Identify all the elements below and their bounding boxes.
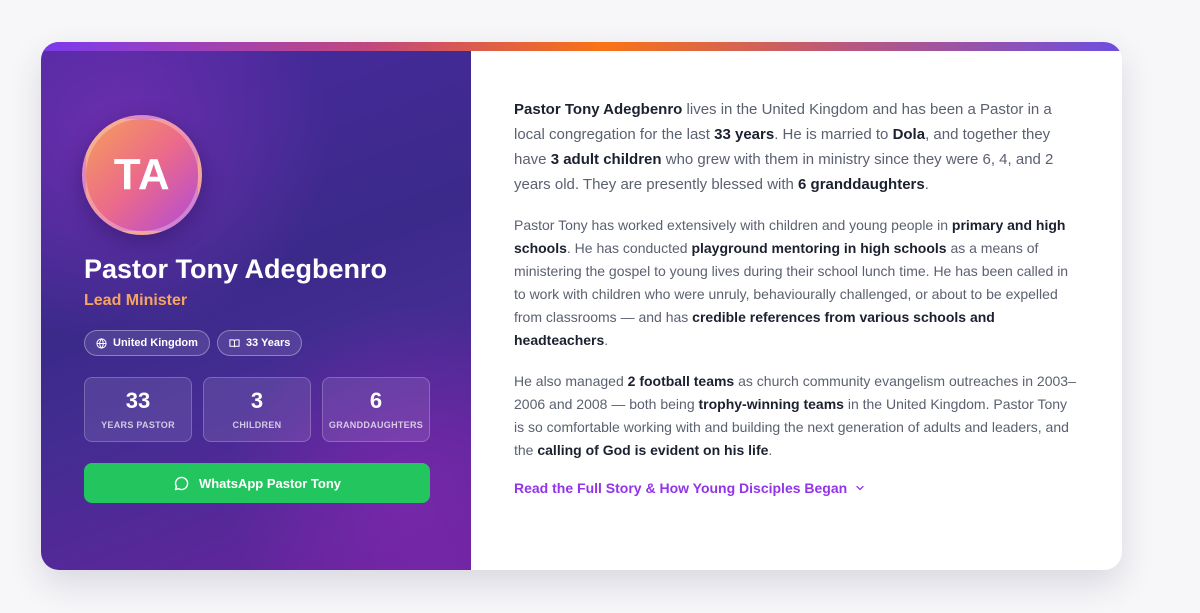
bio-panel: Pastor Tony Adegbenro lives in the Unite…: [471, 42, 1122, 570]
read-more-link[interactable]: Read the Full Story & How Young Disciple…: [514, 480, 866, 496]
bio-paragraph-3: He also managed 2 football teams as chur…: [514, 373, 1076, 458]
stat-years-pastor: 33 YEARS PASTOR: [84, 377, 192, 442]
info-chips: United Kingdom 33 Years: [84, 330, 303, 356]
location-chip-label: United Kingdom: [113, 337, 198, 349]
whatsapp-button-label: WhatsApp Pastor Tony: [198, 475, 342, 491]
stat-children: 3 CHILDREN: [203, 377, 311, 442]
book-icon: [229, 338, 240, 347]
stat-value: 6: [369, 388, 383, 413]
bio-highlight: 6 granddaughters: [798, 176, 925, 193]
stat-granddaughters: 6 GRANDDAUGHTERS: [322, 377, 430, 442]
bio-paragraph-1: Pastor Tony Adegbenro lives in the Unite…: [514, 101, 1054, 193]
years-chip-label: 33 Years: [245, 337, 291, 349]
gradient-top-bar: [41, 42, 1122, 51]
whatsapp-icon: [174, 476, 189, 490]
profile-panel: TA Pastor Tony Adegbenro Lead Minister U…: [41, 42, 471, 570]
stat-label: GRANDDAUGHTERS: [328, 420, 424, 430]
bio-highlight: calling of God is evident on his life: [537, 442, 769, 458]
avatar: TA: [82, 115, 202, 235]
bio-highlight: 33 years: [714, 126, 775, 143]
profile-card: TA Pastor Tony Adegbenro Lead Minister U…: [41, 42, 1122, 570]
stats-row: 33 YEARS PASTOR 3 CHILDREN 6 GRANDDAUGHT…: [84, 377, 430, 442]
bio-paragraph-2: Pastor Tony has worked extensively with …: [514, 217, 1069, 348]
stat-value: 3: [250, 388, 264, 413]
bio-highlight: Dola: [892, 126, 926, 143]
chevron-down-icon: [856, 485, 864, 491]
bio-highlight: 2 football teams: [627, 373, 735, 389]
globe-icon: [96, 337, 107, 349]
stat-value: 33: [125, 388, 151, 413]
stat-label: CHILDREN: [232, 420, 282, 430]
read-more-label: Read the Full Story & How Young Disciple…: [514, 480, 848, 496]
profile-role: Lead Minister: [84, 292, 188, 309]
bio-highlight: Pastor Tony Adegbenro: [514, 101, 683, 118]
bio-highlight: credible references from various schools…: [514, 309, 995, 348]
bio-highlight: playground mentoring in high schools: [691, 240, 947, 256]
bio-highlight: 3 adult children: [550, 151, 662, 168]
profile-name: Pastor Tony Adegbenro: [84, 254, 388, 284]
years-chip: 33 Years: [216, 330, 303, 356]
stat-label: YEARS PASTOR: [101, 420, 175, 430]
avatar-initials: TA: [113, 150, 171, 199]
whatsapp-button[interactable]: WhatsApp Pastor Tony: [84, 463, 430, 503]
bio-highlight: trophy-winning teams: [698, 396, 844, 412]
location-chip: United Kingdom: [84, 330, 210, 356]
